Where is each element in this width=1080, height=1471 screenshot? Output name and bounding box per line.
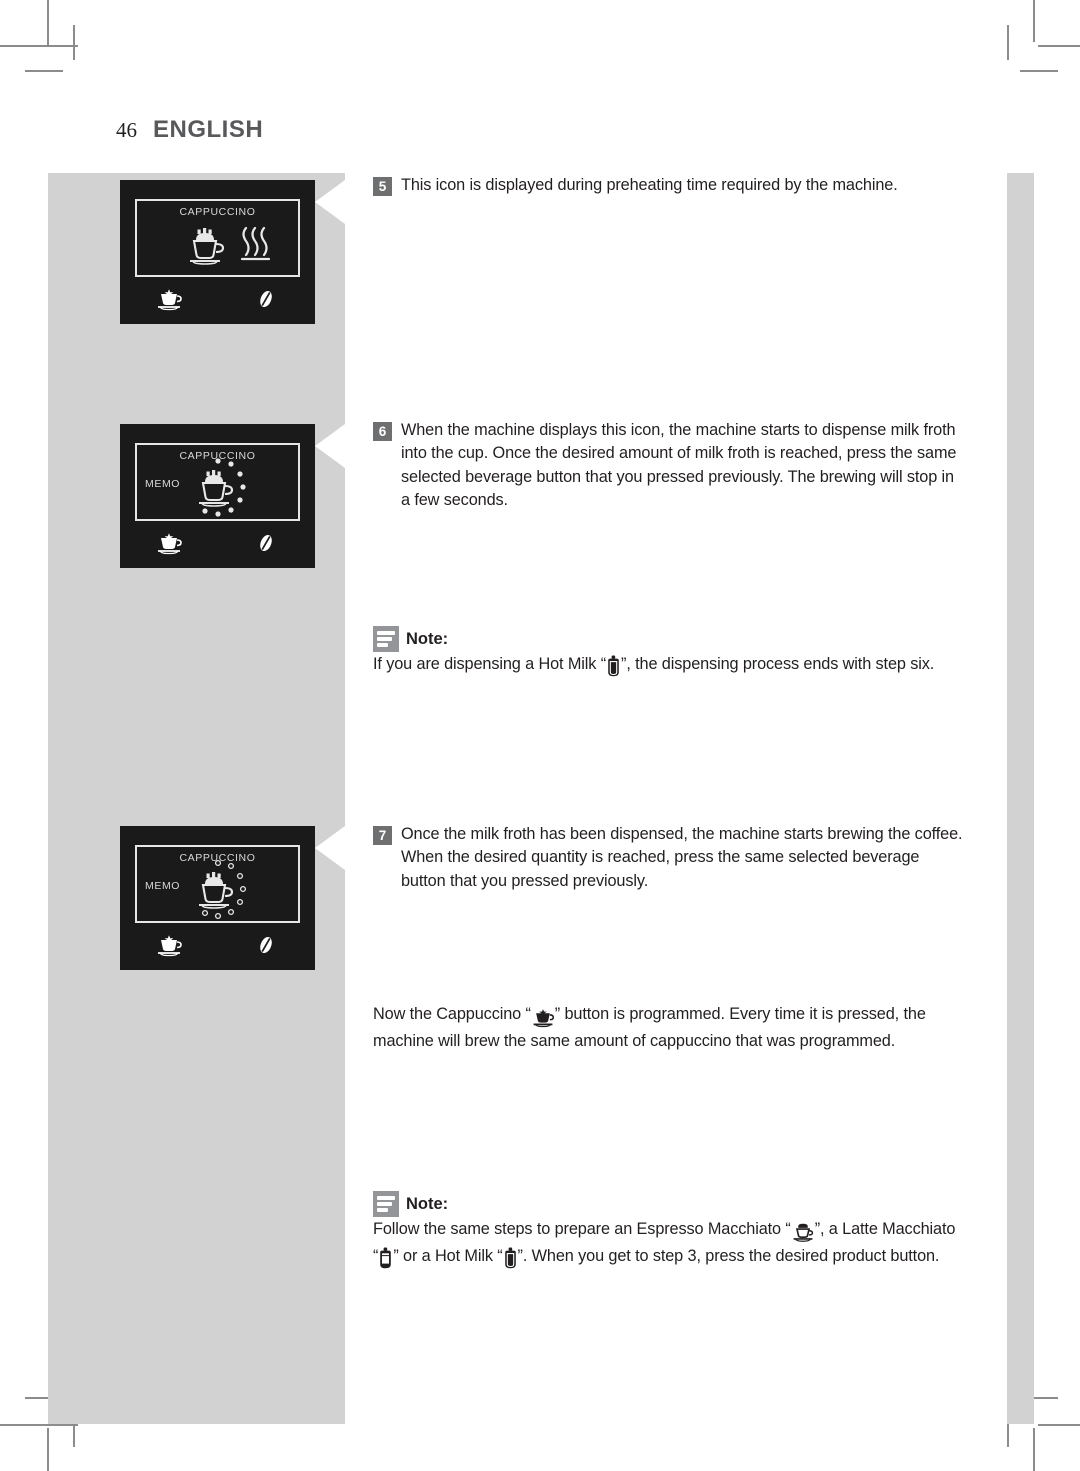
- panel-pointer-notch: [315, 424, 345, 468]
- step-item: 7 Once the milk froth has been dispensed…: [373, 823, 963, 893]
- steam-waves-icon: [240, 226, 271, 261]
- display-milk-froth: CAPPUCCINO MEMO: [120, 424, 345, 568]
- paragraph-text: Now the Cappuccino “” button is programm…: [373, 1003, 963, 1054]
- right-gray-column: [1007, 173, 1034, 1424]
- crop-mark-top-right-v: [1033, 0, 1035, 42]
- cappuccino-button[interactable]: [120, 284, 218, 314]
- panel-pointer-fill: [315, 224, 345, 324]
- cappuccino-button[interactable]: [120, 528, 218, 558]
- programmed-paragraph-block: Now the Cappuccino “” button is programm…: [373, 1003, 963, 1054]
- note-text: Follow the same steps to prepare an Espr…: [373, 1218, 963, 1273]
- note-text-1: Follow the same steps to prepare an Espr…: [373, 1220, 791, 1238]
- display-brewing: CAPPUCCINO MEMO: [120, 826, 345, 970]
- note-header: Note:: [373, 626, 963, 652]
- note-text-3: ” or a Hot Milk “: [393, 1247, 503, 1266]
- display-screen: CAPPUCCINO: [135, 199, 300, 277]
- crop-mark-top-left-h: [0, 45, 78, 47]
- cappuccino-cup-icon: [190, 228, 225, 265]
- screen-memo-label: MEMO: [145, 478, 181, 490]
- panel-pointer-fill: [315, 468, 345, 568]
- coffee-bean-icon: [260, 936, 273, 954]
- hot-milk-glass-icon: [606, 655, 621, 680]
- step-7-block: 7 Once the milk froth has been dispensed…: [373, 823, 963, 893]
- note-text-before: If you are dispensing a Hot Milk “: [373, 655, 607, 673]
- screen-memo-label: MEMO: [145, 880, 181, 892]
- step-number-badge: 6: [373, 422, 392, 441]
- page-title: ENGLISH: [153, 116, 264, 143]
- page-header: 46 ENGLISH: [116, 116, 263, 144]
- crop-mark-bottom-left-v: [47, 1428, 49, 1471]
- display-button-row: [120, 930, 315, 960]
- crop-mark-bottom-right-v: [1033, 1428, 1035, 1471]
- progress-dots-hollow-icon: [201, 859, 247, 920]
- crop-mark-bottom-right-h: [1038, 1424, 1080, 1426]
- coffee-bean-button[interactable]: [218, 930, 316, 960]
- note-lines-icon: [373, 1191, 399, 1217]
- cappuccino-button-icon: [157, 935, 182, 957]
- crop-mark-top-right-h: [1038, 45, 1080, 47]
- panel-pointer-fill: [315, 870, 345, 970]
- step-5-block: 5 This icon is displayed during preheati…: [373, 174, 963, 197]
- panel-pointer-notch: [315, 180, 345, 224]
- note-text-after: ”, the dispensing process ends with step…: [621, 655, 935, 673]
- espresso-macchiato-cup-icon: [791, 1222, 815, 1245]
- note-1-block: Note: If you are dispensing a Hot Milk “…: [373, 626, 963, 680]
- left-gray-column: [48, 173, 345, 1424]
- step-number-badge: 7: [373, 826, 392, 845]
- cappuccino-button[interactable]: [120, 930, 218, 960]
- step-number-badge: 5: [373, 177, 392, 196]
- coffee-bean-icon: [260, 534, 273, 552]
- note-text: If you are dispensing a Hot Milk “ ”, the…: [373, 653, 963, 680]
- note-header: Note:: [373, 1191, 963, 1217]
- screen-title: CAPPUCCINO: [179, 206, 256, 218]
- crop-mark-top-left-inner-h: [25, 70, 63, 72]
- step-text: When the machine displays this icon, the…: [401, 421, 957, 510]
- crop-mark-top-left-v: [47, 0, 49, 47]
- note-2-block: Note: Follow the same steps to prepare a…: [373, 1191, 963, 1273]
- step-text: Once the milk froth has been dispensed, …: [401, 825, 963, 890]
- display-preheating: CAPPUCCINO: [120, 180, 345, 324]
- latte-macchiato-glass-icon: [378, 1247, 393, 1272]
- display-screen: CAPPUCCINO MEMO: [135, 845, 300, 923]
- hot-milk-glass-icon: [503, 1247, 518, 1272]
- crop-mark-top-right-inner-h: [1020, 70, 1058, 72]
- page-number: 46: [116, 118, 137, 142]
- panel-pointer-notch: [315, 826, 345, 870]
- cappuccino-button-icon: [157, 533, 182, 555]
- step-item: 6 When the machine displays this icon, t…: [373, 419, 963, 513]
- step-text: This icon is displayed during preheating…: [401, 176, 898, 194]
- coffee-bean-button[interactable]: [218, 528, 316, 558]
- crop-mark-bottom-left-h: [0, 1424, 78, 1426]
- crop-mark-top-left-inner-v: [73, 25, 75, 60]
- step-item: 5 This icon is displayed during preheati…: [373, 174, 963, 197]
- progress-dots-filled-icon: [202, 458, 246, 517]
- paragraph-text-before: Now the Cappuccino “: [373, 1005, 531, 1023]
- cappuccino-button-icon: [157, 289, 182, 311]
- display-screen: CAPPUCCINO MEMO: [135, 443, 300, 521]
- display-button-row: [120, 528, 315, 558]
- note-lines-icon: [373, 626, 399, 652]
- note-label: Note:: [406, 629, 449, 648]
- note-text-4: ”. When you get to step 3, press the des…: [517, 1247, 940, 1266]
- step-6-block: 6 When the machine displays this icon, t…: [373, 419, 963, 513]
- coffee-bean-icon: [260, 290, 273, 308]
- display-button-row: [120, 284, 315, 314]
- coffee-bean-button[interactable]: [218, 284, 316, 314]
- cappuccino-button-icon: [531, 1007, 555, 1030]
- note-label: Note:: [406, 1194, 449, 1213]
- crop-mark-top-right-inner-v: [1007, 25, 1009, 60]
